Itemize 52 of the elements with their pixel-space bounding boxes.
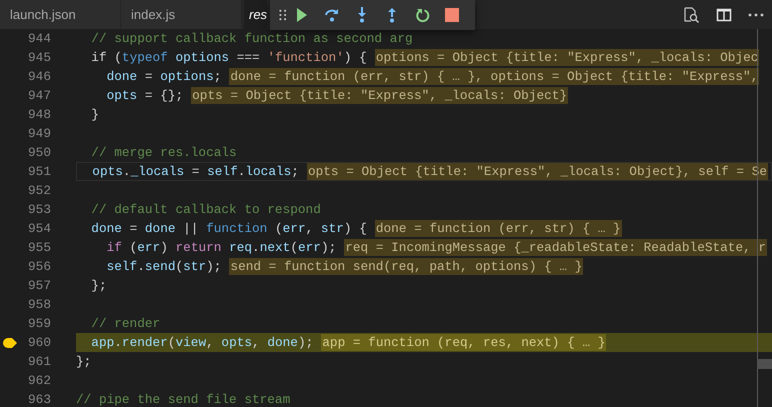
code-line: app.render(view, opts, done); bbox=[90, 335, 314, 350]
code-line: } bbox=[90, 107, 99, 122]
line-number: 956 bbox=[28, 259, 51, 274]
more-icon[interactable] bbox=[748, 12, 764, 16]
line-number: 954 bbox=[28, 221, 51, 236]
code-line: // render bbox=[90, 316, 160, 331]
line-number: 963 bbox=[28, 392, 51, 407]
code-line: if (typeof options === 'function') { bbox=[90, 50, 367, 65]
grip-icon[interactable] bbox=[279, 9, 286, 21]
code-line: done = options; bbox=[106, 69, 222, 84]
inline-value: options = Object {title: "Express", _locals: Objec bbox=[374, 49, 760, 66]
inline-value: req = IncomingMessage {_readableState: ReadableState, r bbox=[344, 239, 768, 256]
code-line: // default callback to respond bbox=[90, 202, 321, 217]
line-number: 952 bbox=[28, 183, 51, 198]
scrollbar-thumb[interactable] bbox=[757, 359, 772, 369]
inline-value: done = function (err, str) { … }, options = Object {title: "Express", bbox=[229, 68, 760, 85]
line-number: 951 bbox=[28, 164, 51, 179]
inline-value: opts = Object {title: "Express", _locals: Object} bbox=[191, 87, 568, 104]
search-icon[interactable] bbox=[682, 6, 700, 24]
code-line: if (err) return req.next(err); bbox=[106, 240, 336, 255]
line-number: 950 bbox=[28, 145, 51, 160]
code-line: }; bbox=[90, 278, 107, 293]
code-line: opts = {}; bbox=[106, 88, 184, 103]
breakpoint-icon[interactable] bbox=[3, 338, 17, 348]
line-number: 960 bbox=[28, 335, 51, 350]
code-line: // pipe the send file stream bbox=[76, 392, 290, 407]
code-line: // support callback function as second arg bbox=[90, 31, 413, 46]
line-number: 947 bbox=[28, 88, 51, 103]
line-number: 953 bbox=[28, 202, 51, 217]
line-number: 944 bbox=[28, 31, 51, 46]
inline-value: done = function (err, str) { … } bbox=[374, 220, 622, 237]
line-number: 959 bbox=[28, 316, 51, 331]
editor-tab[interactable]: res bbox=[244, 0, 268, 29]
code-line: self.send(str); bbox=[106, 259, 222, 274]
line-number: 962 bbox=[28, 373, 51, 388]
code-line: }; bbox=[76, 354, 92, 369]
split-editor-icon[interactable] bbox=[716, 6, 732, 22]
line-number: 958 bbox=[28, 297, 51, 312]
line-number: 948 bbox=[28, 107, 51, 122]
editor-tab[interactable]: launch.json bbox=[0, 0, 120, 29]
code-line: // merge res.locals bbox=[90, 145, 237, 160]
code-line: done = done || function (err, str) { bbox=[90, 221, 367, 236]
line-number: 961 bbox=[28, 354, 51, 369]
line-number: 957 bbox=[28, 278, 51, 293]
line-number: 955 bbox=[28, 240, 51, 255]
line-number: 945 bbox=[28, 50, 51, 65]
line-number: 949 bbox=[28, 126, 51, 141]
line-number: 946 bbox=[28, 69, 51, 84]
inline-value: app = function (req, res, next) { … } bbox=[321, 334, 606, 351]
editor-tab[interactable]: index.js bbox=[121, 0, 241, 29]
inline-value: send = function send(req, path, options) { … } bbox=[229, 258, 584, 275]
code-line: opts._locals = self.locals; bbox=[91, 164, 299, 179]
